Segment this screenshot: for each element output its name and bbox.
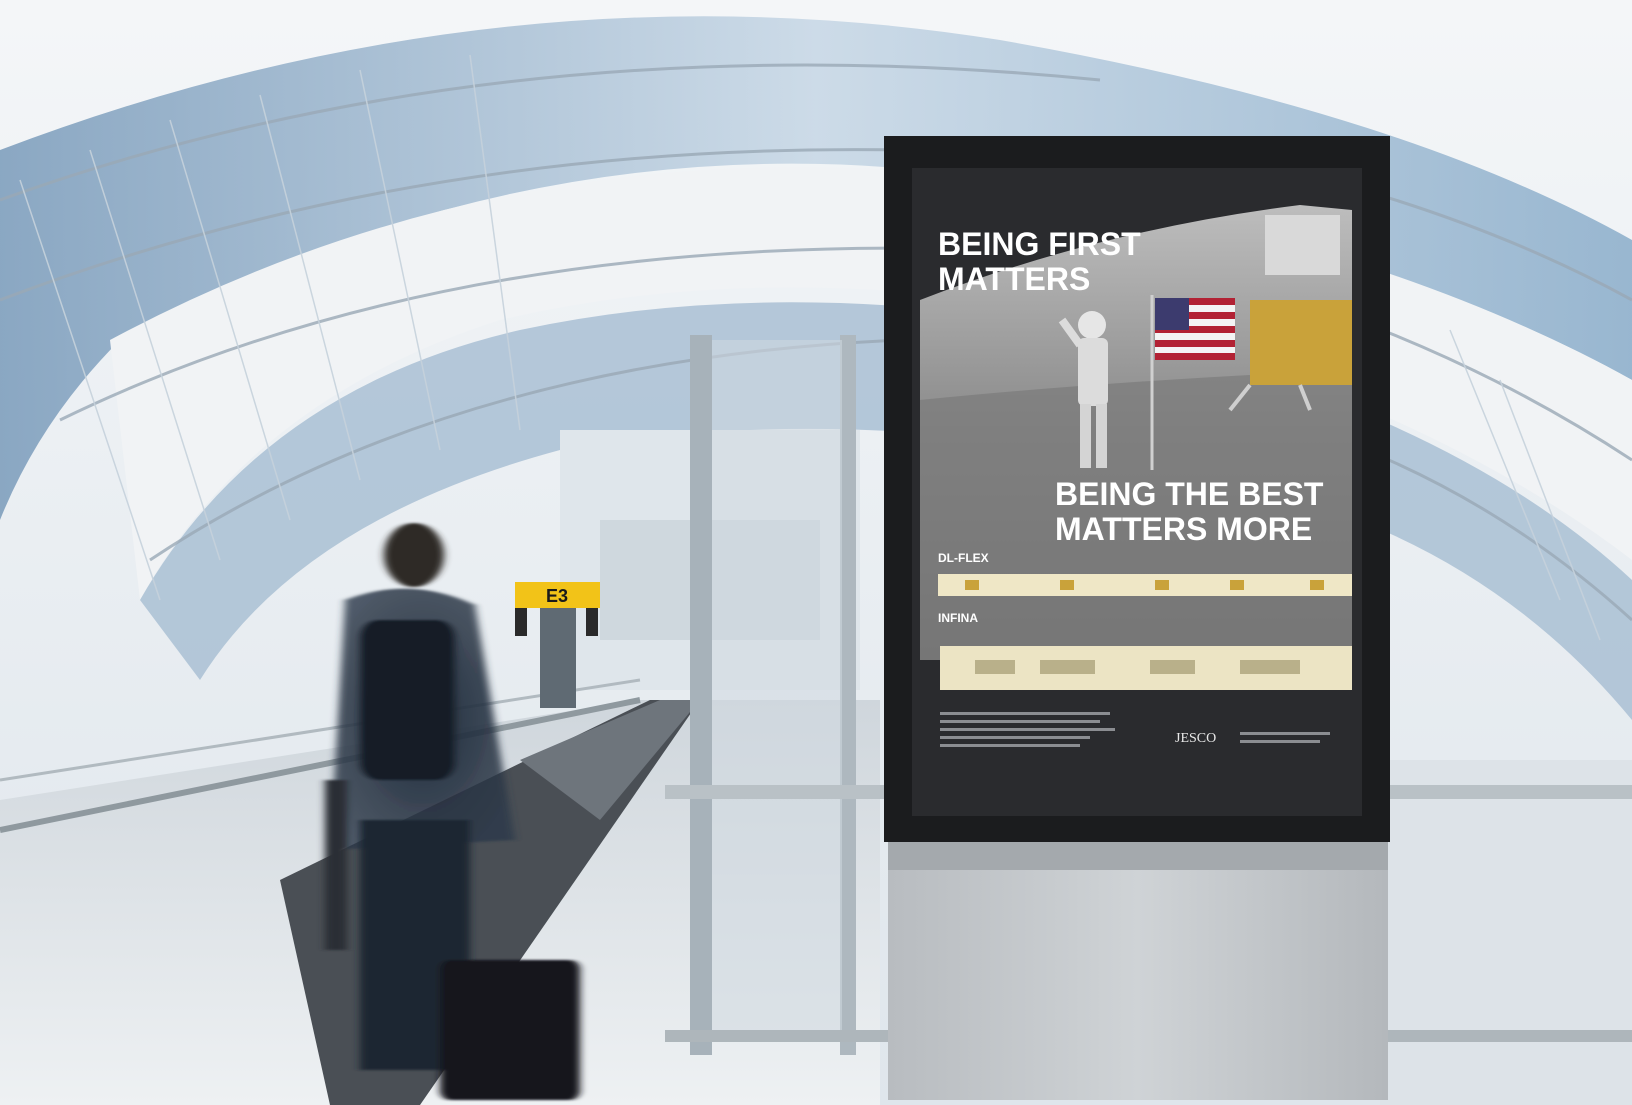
pillar-right <box>840 335 856 1055</box>
glass-partition <box>712 340 842 1040</box>
brand-contact-2 <box>1240 740 1320 743</box>
brand-logo: JESCO <box>1175 731 1216 746</box>
poster-pedestal <box>888 840 1388 1100</box>
poster-headline-line1: BEING FIRST <box>938 226 1141 262</box>
poster-subhead-line1: BEING THE BEST <box>1055 476 1324 512</box>
pedestal-top <box>888 840 1388 870</box>
poster-headline-line2: MATTERS <box>938 261 1090 297</box>
gate-sign-label: E3 <box>546 586 568 606</box>
brand-contact <box>1240 732 1330 735</box>
airport-terminal-scene: E3 BEING FIRST MATTERS BEING THE BEST MA… <box>0 0 1632 1105</box>
pillar-left <box>690 335 712 1055</box>
scene-svg: E3 BEING FIRST MATTERS BEING THE BEST MA… <box>0 0 1632 1105</box>
poster-subhead-line2: MATTERS MORE <box>1055 511 1312 547</box>
product-label-1: DL-FLEX <box>938 551 989 565</box>
product-strip-1 <box>938 574 1352 596</box>
floor-right <box>1380 760 1632 1105</box>
poster: BEING FIRST MATTERS BEING THE BEST MATTE… <box>884 136 1390 842</box>
product-label-2: INFINA <box>938 611 978 625</box>
